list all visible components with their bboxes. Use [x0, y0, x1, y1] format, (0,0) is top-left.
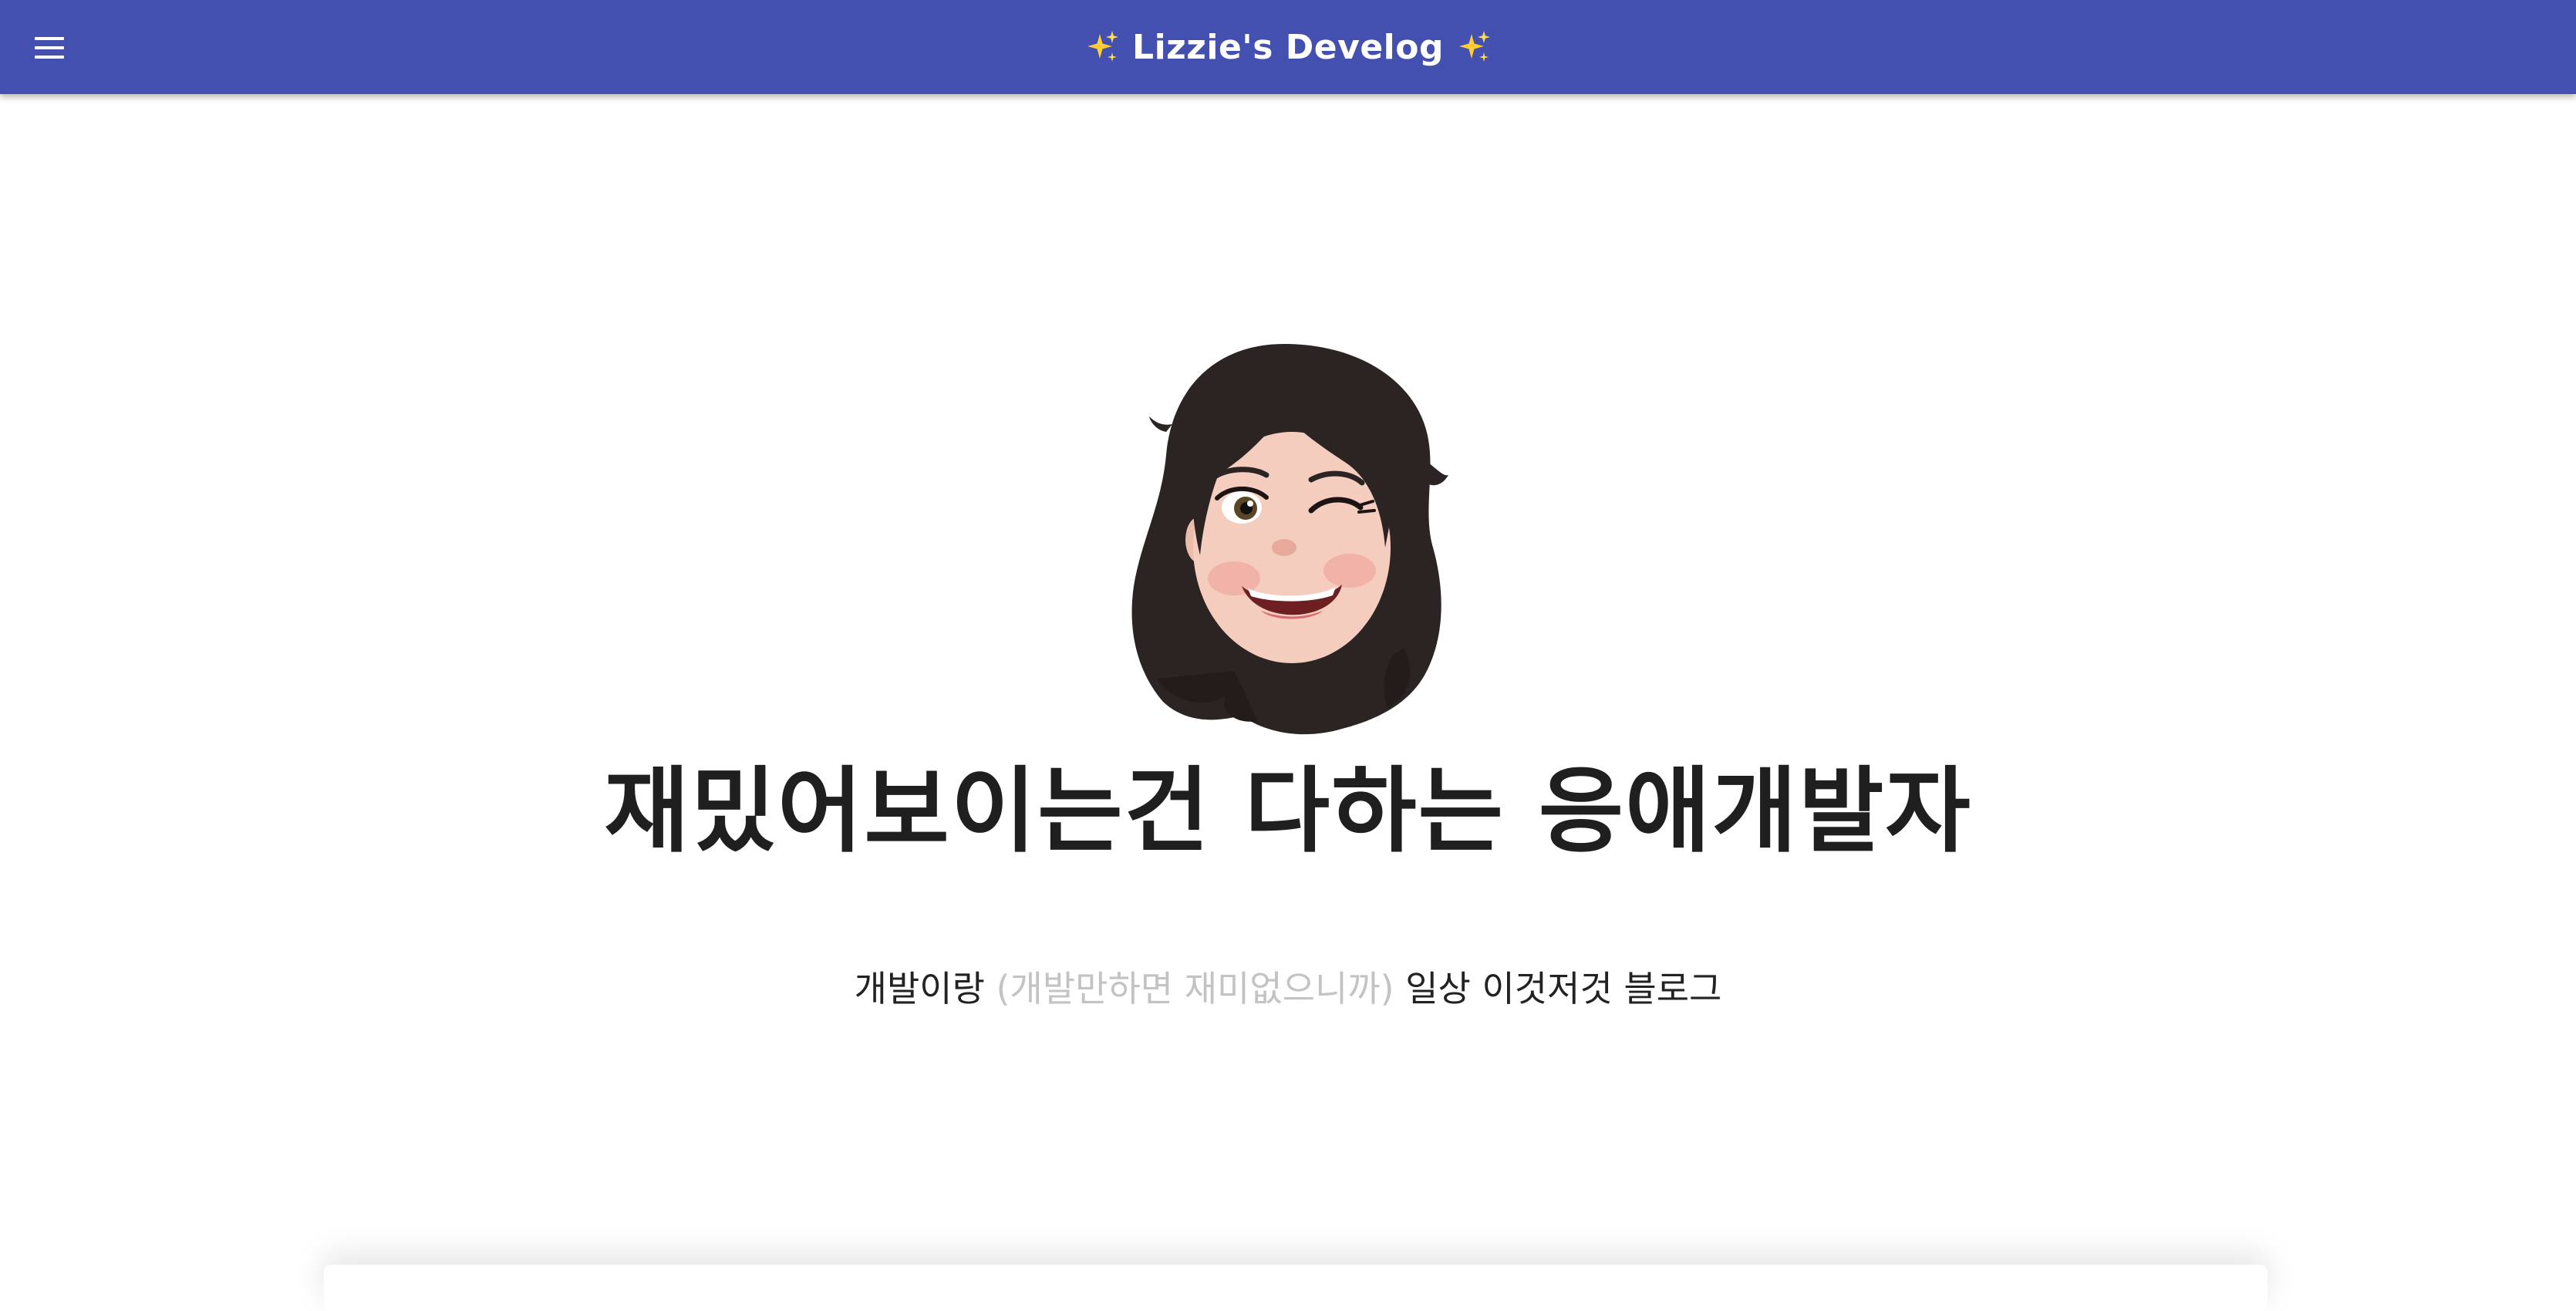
- sparkles-icon: [1458, 31, 1490, 62]
- subtitle-end: 일상 이것저것 블로그: [1405, 968, 1722, 1009]
- hero-section: 재밌어보이는건 다하는 응애개발자 개발이랑 (개발만하면 재미없으니까) 일상…: [0, 94, 2576, 1272]
- sparkles-icon: [1087, 31, 1119, 62]
- subtitle-muted: (개발만하면 재미없으니까): [996, 968, 1394, 1009]
- subtitle-start: 개발이랑: [854, 968, 985, 1009]
- site-title-text: Lizzie's Develog: [1132, 27, 1444, 67]
- hero-subtitle: 개발이랑 (개발만하면 재미없으니까) 일상 이것저것 블로그: [0, 958, 2576, 1019]
- app-bar: Lizzie's Develog: [0, 0, 2576, 94]
- memoji-avatar-icon: [1131, 343, 1448, 735]
- hero-headline: 재밌어보이는건 다하는 응애개발자: [604, 758, 1972, 865]
- content-card-edge: [324, 1265, 2267, 1311]
- site-title[interactable]: Lizzie's Develog: [0, 0, 2576, 94]
